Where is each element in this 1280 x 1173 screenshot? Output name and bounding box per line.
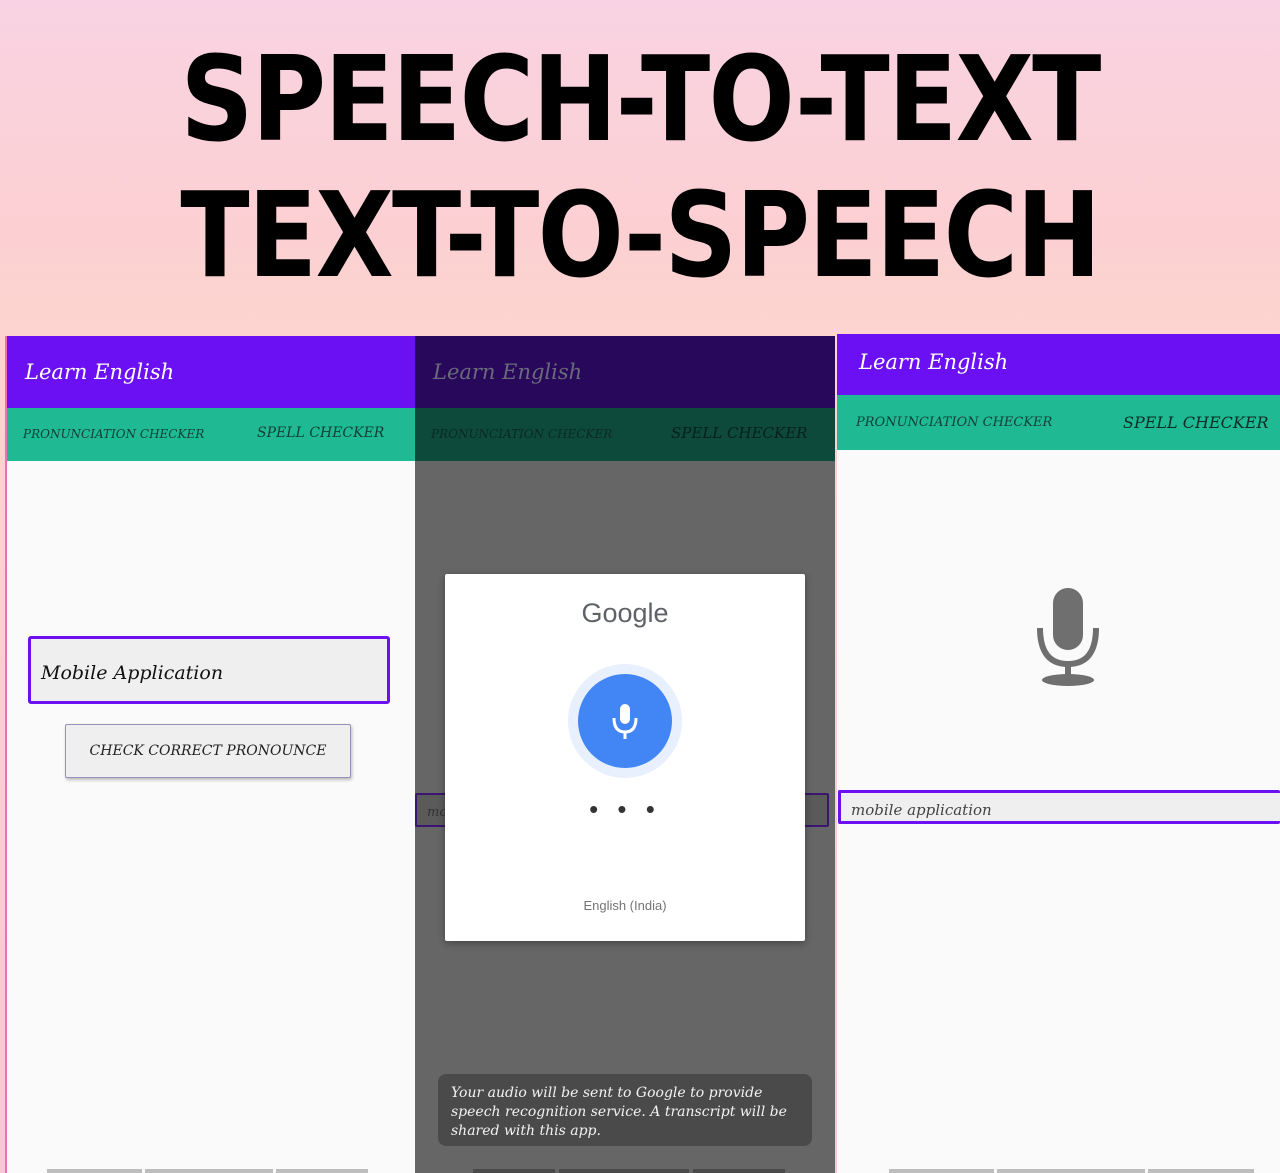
screen-pronunciation-checker: Learn English PRONUNCIATION CHECKER SPEL… [5, 336, 419, 1173]
google-logo: Google [581, 598, 669, 628]
tab-spell-checker[interactable]: SPELL CHECKER [671, 424, 807, 442]
language-label[interactable]: English (India) [445, 898, 805, 913]
nav-bar-segment [1148, 1169, 1254, 1173]
tab-bar: PRONUNCIATION CHECKER SPELL CHECKER [7, 408, 417, 461]
nav-bar-segment [559, 1169, 689, 1173]
nav-bar-segment [276, 1169, 368, 1173]
tab-bar: PRONUNCIATION CHECKER SPELL CHECKER [837, 395, 1280, 450]
nav-bar-segment [145, 1169, 273, 1173]
mic-button[interactable] [578, 674, 672, 768]
tab-pronunciation-checker[interactable]: PRONUNCIATION CHECKER [856, 415, 1052, 430]
app-bar: Learn English [837, 334, 1280, 395]
tab-pronunciation-checker[interactable]: PRONUNCIATION CHECKER [431, 427, 612, 441]
word-input-value: mobile application [851, 801, 992, 819]
word-input-value: Mobile Application [41, 662, 224, 684]
privacy-notice: Your audio will be sent to Google to pro… [438, 1074, 812, 1146]
mic-icon [612, 704, 638, 739]
screen-voice-recognition: Learn English PRONUNCIATION CHECKER SPEL… [415, 336, 835, 1173]
tab-bar: PRONUNCIATION CHECKER SPELL CHECKER [415, 408, 835, 461]
privacy-notice-text: Your audio will be sent to Google to pro… [451, 1085, 787, 1139]
app-title: Learn English [433, 360, 583, 384]
app-bar: Learn English [7, 336, 417, 408]
google-speech-dialog: Google • • • English (India) [445, 574, 805, 941]
headline-speech-to-text: SPEECH-TO-TEXT [180, 30, 1101, 168]
word-input[interactable]: mobile application [838, 790, 1280, 824]
listening-dots: • • • [589, 794, 661, 824]
tab-pronunciation-checker[interactable]: PRONUNCIATION CHECKER [23, 427, 204, 441]
screen-spell-checker: Learn English PRONUNCIATION CHECKER SPEL… [837, 334, 1280, 1173]
tab-spell-checker[interactable]: SPELL CHECKER [257, 425, 384, 441]
app-title: Learn English [25, 360, 175, 384]
nav-bar-segment [693, 1169, 785, 1173]
mic-halo [568, 664, 682, 778]
nav-bar-segment [473, 1169, 555, 1173]
microphone-icon[interactable] [1033, 588, 1103, 688]
headline-text-to-speech: TEXT-TO-SPEECH [180, 166, 1101, 304]
app-bar: Learn English [415, 336, 835, 408]
nav-bar-segment [47, 1169, 142, 1173]
nav-bar-segment [889, 1169, 994, 1173]
check-pronounce-button[interactable]: CHECK CORRECT PRONOUNCE [65, 724, 351, 778]
tab-spell-checker[interactable]: SPELL CHECKER [1123, 413, 1269, 432]
nav-bar-segment [997, 1169, 1145, 1173]
app-title: Learn English [859, 350, 1009, 374]
word-input[interactable]: Mobile Application [28, 636, 390, 704]
